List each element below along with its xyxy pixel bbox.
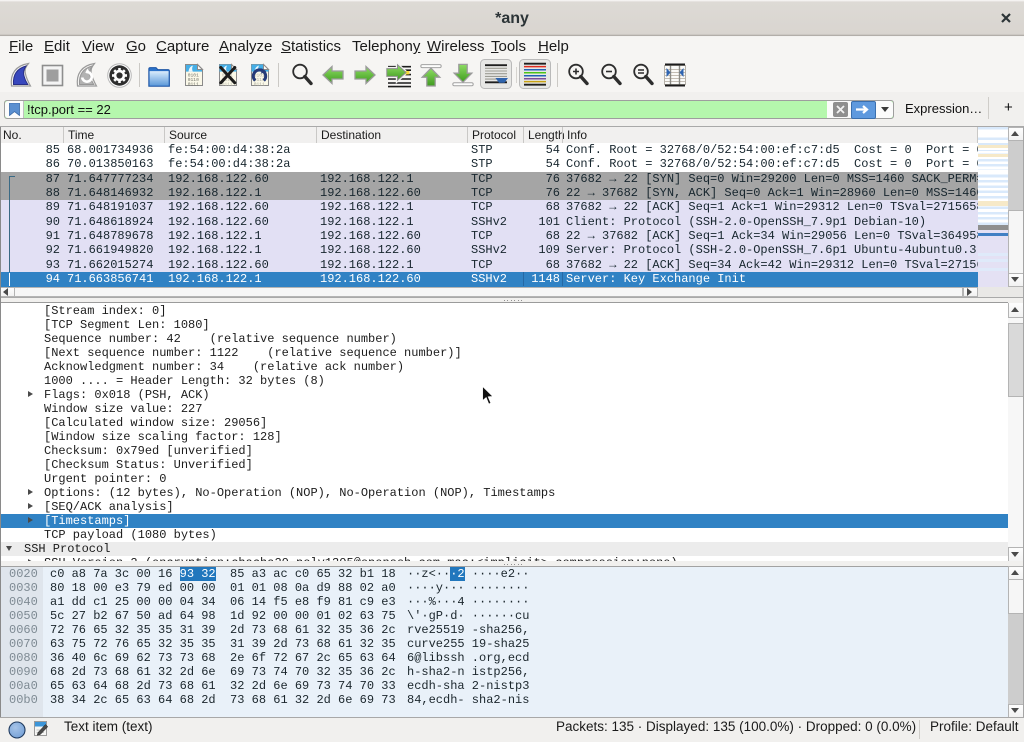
- svg-text:0111: 0111: [222, 81, 233, 87]
- svg-text:0111: 0111: [188, 81, 199, 87]
- svg-text:0111: 0111: [254, 81, 265, 87]
